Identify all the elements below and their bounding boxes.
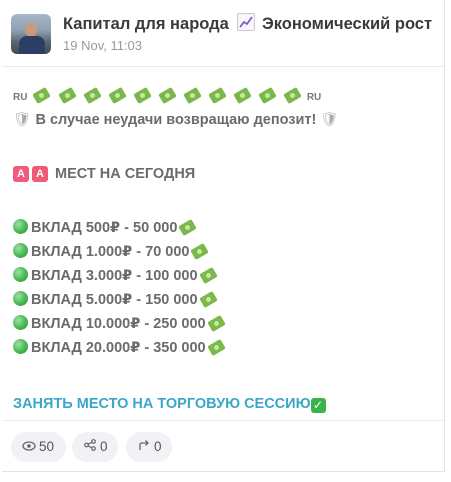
green-circle-icon (13, 243, 28, 258)
channel-avatar[interactable] (11, 14, 51, 54)
cta-line: ЗАНЯТЬ МЕСТО НА ТОРГОВУЮ СЕССИЮ ✓ (13, 392, 438, 416)
post-header: Капитал для народа Экономический рост 19… (2, 0, 444, 67)
forward-arrow-icon (136, 432, 152, 462)
places-line: AA МЕСТ НА СЕГОДНЯ (13, 162, 438, 186)
eye-icon (21, 432, 37, 462)
green-circle-icon (13, 219, 28, 234)
deposit-text: ВКЛАД 500₽ - 50 000 (31, 220, 178, 236)
money-icon (107, 86, 127, 105)
money-line: RU RU (13, 84, 438, 108)
post-body: RU RU 🛡 В случае неудачи возвращаю депоз… (13, 84, 438, 416)
views-counter[interactable]: 50 (11, 432, 66, 462)
shares-count: 0 (100, 439, 108, 454)
money-icon (57, 86, 77, 105)
channel-name: Капитал для народа (63, 15, 229, 33)
views-count: 50 (39, 439, 55, 454)
flag-ru-right: RU (306, 92, 322, 103)
check-mark-icon: ✓ (310, 398, 326, 413)
avatar-body (19, 36, 45, 54)
channel-subtitle: Экономический рост (261, 15, 433, 33)
chart-up-icon (237, 13, 256, 31)
a-badge-icon: A (32, 166, 48, 182)
deposit-row: ВКЛАД 20.000₽ - 350 000 (13, 336, 438, 360)
deposit-text: ВКЛАД 10.000₽ - 250 000 (31, 316, 206, 332)
deposit-row: ВКЛАД 5.000₽ - 150 000 (13, 288, 438, 312)
refund-line: 🛡 В случае неудачи возвращаю депозит! 🛡 (13, 108, 438, 132)
money-icon (32, 86, 52, 105)
green-circle-icon (13, 291, 28, 306)
cta-link[interactable]: ЗАНЯТЬ МЕСТО НА ТОРГОВУЮ СЕССИЮ (13, 396, 311, 412)
deposit-text: ВКЛАД 1.000₽ - 70 000 (31, 244, 190, 260)
deposit-row: ВКЛАД 3.000₽ - 100 000 (13, 264, 438, 288)
deposit-row: ВКЛАД 10.000₽ - 250 000 (13, 312, 438, 336)
money-icon (182, 86, 202, 105)
money-icon (190, 242, 210, 261)
shares-counter[interactable]: 0 (72, 432, 118, 462)
money-icon (132, 86, 152, 105)
refund-text: В случае неудачи возвращаю депозит! (35, 112, 317, 128)
money-icon (82, 86, 102, 105)
shield-icon: 🛡 (13, 112, 32, 128)
shield-icon: 🛡 (320, 112, 339, 128)
deposit-row: ВКЛАД 1.000₽ - 70 000 (13, 240, 438, 264)
post-card: Капитал для народа Экономический рост 19… (2, 0, 445, 472)
money-icon (283, 86, 302, 105)
places-text: МЕСТ НА СЕГОДНЯ (55, 166, 196, 182)
money-icon (258, 86, 277, 105)
green-circle-icon (13, 315, 28, 330)
money-icon (178, 218, 198, 237)
deposit-text: ВКЛАД 5.000₽ - 150 000 (31, 292, 198, 308)
a-badge-icon: A (13, 166, 29, 182)
forwards-count: 0 (154, 439, 162, 454)
money-icon (198, 266, 218, 285)
money-icon (206, 338, 226, 357)
post-timestamp: 19 Nov, 11:03 (63, 38, 143, 53)
channel-title[interactable]: Капитал для народа Экономический рост (63, 13, 432, 34)
forwards-counter[interactable]: 0 (126, 432, 172, 462)
deposit-text: ВКЛАД 3.000₽ - 100 000 (31, 268, 198, 284)
deposit-text: ВКЛАД 20.000₽ - 350 000 (31, 340, 206, 356)
green-circle-icon (13, 267, 28, 282)
green-circle-icon (13, 339, 28, 354)
share-icon (82, 432, 98, 462)
deposit-row: ВКЛАД 500₽ - 50 000 (13, 216, 438, 240)
money-icon (207, 86, 227, 105)
money-icon (198, 290, 218, 309)
money-icon (232, 86, 252, 105)
deposit-list: ВКЛАД 500₽ - 50 000 ВКЛАД 1.000₽ - 70 00… (13, 216, 438, 360)
flag-ru-left: RU (13, 92, 28, 103)
avatar-head (25, 23, 37, 37)
post-footer: 50 0 0 (2, 420, 444, 473)
money-icon (206, 314, 226, 333)
money-icon (157, 86, 177, 105)
